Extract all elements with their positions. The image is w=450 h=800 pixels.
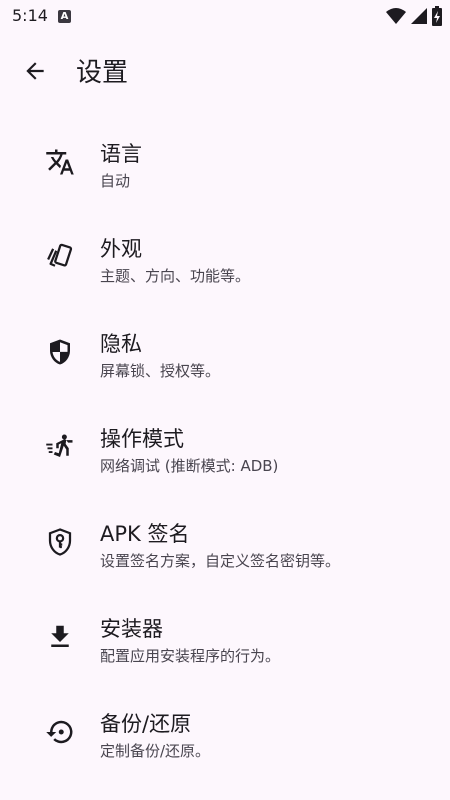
settings-item-subtitle: 屏幕锁、授权等。 bbox=[100, 362, 221, 380]
appearance-icon bbox=[44, 241, 76, 273]
settings-item-subtitle: 配置应用安装程序的行为。 bbox=[100, 647, 281, 665]
running-person-icon bbox=[44, 431, 76, 463]
translate-icon bbox=[44, 146, 76, 178]
key-shield-icon bbox=[44, 526, 76, 558]
notification-badge: A bbox=[58, 10, 71, 23]
back-button[interactable] bbox=[14, 50, 56, 92]
settings-item-title: 外观 bbox=[100, 237, 142, 261]
settings-item-title: 备份/还原 bbox=[100, 712, 192, 736]
arrow-back-icon bbox=[26, 62, 44, 80]
download-icon bbox=[44, 621, 76, 653]
status-time: 5:14 bbox=[12, 6, 48, 25]
wifi-icon bbox=[386, 8, 406, 24]
shield-icon bbox=[44, 336, 76, 368]
settings-item-installer[interactable]: 安装器 配置应用安装程序的行为。 bbox=[0, 583, 450, 678]
battery-charging-icon bbox=[432, 6, 442, 26]
settings-item-operation-mode[interactable]: 操作模式 网络调试 (推断模式: ADB) bbox=[0, 393, 450, 488]
settings-item-title: APK 签名 bbox=[100, 522, 190, 546]
settings-item-apk-signing[interactable]: APK 签名 设置签名方案，自定义签名密钥等。 bbox=[0, 488, 450, 583]
settings-item-title: 语言 bbox=[100, 142, 142, 166]
app-bar: 设置 bbox=[0, 32, 450, 108]
settings-list: 语言 自动 外观 主题、方向、功能等。 隐私 屏幕锁、授权等。 操作模式 网络调… bbox=[0, 108, 450, 773]
settings-item-appearance[interactable]: 外观 主题、方向、功能等。 bbox=[0, 203, 450, 298]
restore-icon bbox=[44, 716, 76, 748]
settings-item-subtitle: 设置签名方案，自定义签名密钥等。 bbox=[100, 552, 341, 570]
settings-item-language[interactable]: 语言 自动 bbox=[0, 108, 450, 203]
settings-item-title: 安装器 bbox=[100, 617, 163, 641]
signal-icon bbox=[411, 8, 427, 24]
scrollbar[interactable] bbox=[444, 108, 448, 308]
settings-item-subtitle: 网络调试 (推断模式: ADB) bbox=[100, 457, 279, 475]
settings-item-title: 操作模式 bbox=[100, 427, 184, 451]
page-title: 设置 bbox=[76, 58, 129, 88]
settings-item-privacy[interactable]: 隐私 屏幕锁、授权等。 bbox=[0, 298, 450, 393]
settings-item-subtitle: 主题、方向、功能等。 bbox=[100, 267, 251, 285]
settings-item-title: 隐私 bbox=[100, 332, 142, 356]
status-bar: 5:14 A bbox=[0, 0, 450, 32]
settings-item-subtitle: 定制备份/还原。 bbox=[100, 742, 211, 760]
status-icons bbox=[386, 6, 442, 26]
settings-item-subtitle: 自动 bbox=[100, 172, 131, 190]
settings-item-backup-restore[interactable]: 备份/还原 定制备份/还原。 bbox=[0, 678, 450, 773]
